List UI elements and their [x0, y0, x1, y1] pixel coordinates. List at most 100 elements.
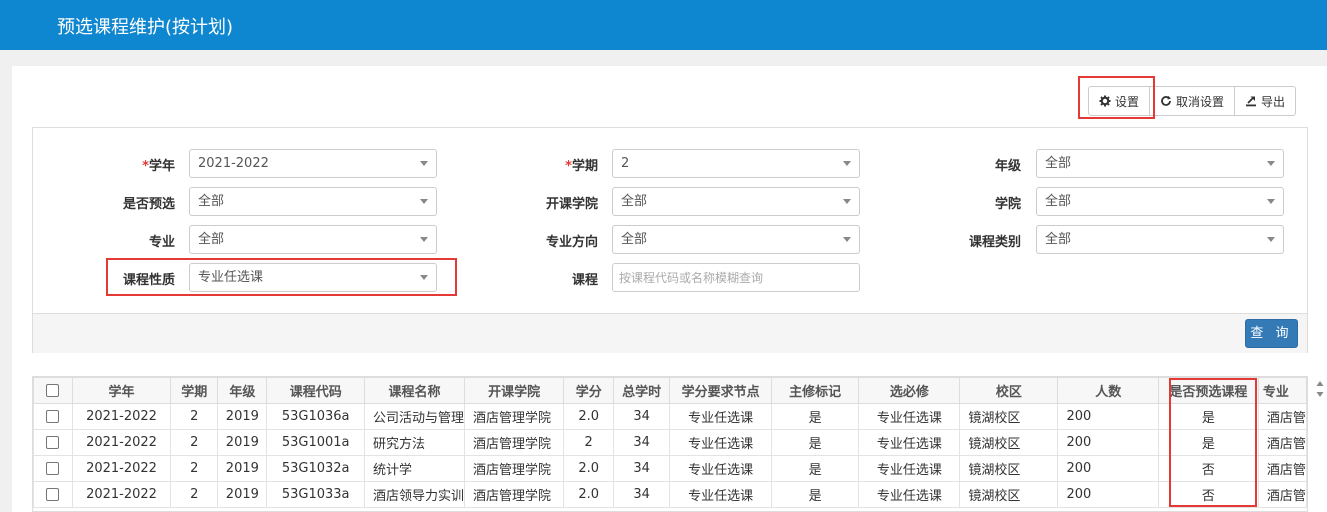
college-offering-select[interactable]: 全部	[612, 187, 860, 216]
settings-button[interactable]: 设置	[1089, 87, 1151, 115]
table-cell: 2019	[217, 481, 268, 508]
column-header[interactable]: 专业	[1257, 377, 1307, 404]
table-cell: 200	[1057, 481, 1159, 508]
table-header-row: 学年 学期 年级 课程代码 课程名称 开课学院 学分 总学时 学分要求节点 主修…	[33, 377, 1307, 404]
table-cell: 2021-2022	[71, 403, 172, 430]
term-label-text: 学期	[571, 159, 598, 174]
column-header[interactable]: 学期	[170, 377, 219, 404]
course-nature-select[interactable]: 专业任选课	[189, 263, 437, 292]
select-all-cell	[33, 377, 73, 404]
table-cell: 34	[613, 455, 671, 482]
term-label: *学期	[498, 155, 598, 174]
table-cell: 专业任选课	[669, 403, 773, 430]
column-header[interactable]: 开课学院	[463, 377, 565, 404]
row-checkbox[interactable]	[46, 462, 60, 475]
row-checkbox[interactable]	[46, 410, 60, 423]
chevron-down-icon	[420, 199, 428, 204]
table-cell: 是	[771, 455, 860, 482]
table-cell: 酒店管理学院	[463, 403, 565, 430]
required-mark: *	[142, 159, 149, 174]
table-cell: 酒店管	[1257, 455, 1307, 482]
column-header[interactable]: 是否预选课程	[1157, 377, 1259, 404]
row-select-cell	[33, 455, 73, 482]
query-button[interactable]: 查 询	[1245, 319, 1298, 348]
direction-select[interactable]: 全部	[612, 225, 860, 254]
table-cell: 镜湖校区	[959, 403, 1059, 430]
table-row[interactable]: 2021-2022 2 2019 53G1032a 统计学 酒店管理学院 2.0 34 专业任选…	[33, 455, 1307, 482]
major-select[interactable]: 全部	[189, 225, 437, 254]
table-cell: 34	[613, 429, 671, 456]
table-row[interactable]: 2021-2022 2 2019 53G1033a 酒店领导力实训 酒店管理学院 2.0 34…	[33, 481, 1307, 508]
select-all-checkbox[interactable]	[46, 384, 60, 397]
direction-label: 专业方向	[545, 235, 598, 250]
college-label: 学院	[994, 197, 1021, 212]
cancel-settings-button[interactable]: 取消设置	[1150, 87, 1236, 115]
form-footer	[33, 313, 1307, 353]
table-cell: 2.0	[563, 455, 615, 482]
table-cell: 酒店管理学院	[463, 481, 565, 508]
row-checkbox[interactable]	[46, 488, 60, 501]
table-cell: 酒店领导力实训	[363, 481, 465, 508]
column-header[interactable]: 主修标记	[771, 377, 860, 404]
year-select[interactable]: 2021-2022	[189, 149, 437, 178]
table-cell: 是	[1157, 429, 1259, 456]
table-row[interactable]: 2021-2022 2 2019 53G1001a 研究方法 酒店管理学院 2 34 专业任选课…	[33, 429, 1307, 456]
course-search-input[interactable]	[612, 263, 860, 292]
table-cell: 酒店管	[1257, 429, 1307, 456]
college-select[interactable]: 全部	[1036, 187, 1284, 216]
column-header[interactable]: 总学时	[613, 377, 671, 404]
export-label: 导出	[1261, 94, 1286, 109]
course-table-grid: 学年 学期 年级 课程代码 课程名称 开课学院 学分 总学时 学分要求节点 主修…	[33, 377, 1307, 508]
table-cell: 2.0	[563, 403, 615, 430]
table-scroll-arrows[interactable]	[1315, 378, 1325, 400]
table-cell: 是	[771, 429, 860, 456]
chevron-down-icon	[843, 237, 851, 242]
chevron-down-icon	[1267, 237, 1275, 242]
row-checkbox[interactable]	[46, 436, 60, 449]
grade-select[interactable]: 全部	[1036, 149, 1284, 178]
filter-form: *学年 2021-2022 *学期 2 年级 全部 是否预选 全部 开课学院 全…	[32, 127, 1308, 353]
column-header[interactable]: 学分要求节点	[669, 377, 773, 404]
table-cell: 53G1032a	[266, 455, 365, 482]
column-header[interactable]: 课程名称	[363, 377, 465, 404]
table-cell: 200	[1057, 429, 1159, 456]
column-header[interactable]: 学年	[71, 377, 172, 404]
column-header[interactable]: 人数	[1057, 377, 1159, 404]
table-cell: 2021-2022	[71, 455, 172, 482]
major-label: 专业	[148, 235, 175, 250]
table-cell: 53G1001a	[266, 429, 365, 456]
preselect-label: 是否预选	[122, 197, 175, 212]
table-row[interactable]: 2021-2022 2 2019 53G1036a 公司活动与管理 酒店管理学院 2.0 34…	[33, 403, 1307, 430]
term-select[interactable]: 2	[612, 149, 860, 178]
page-title: 预选课程维护(按计划)	[57, 17, 234, 38]
table-cell: 2	[170, 455, 219, 482]
table-cell: 专业任选课	[858, 481, 961, 508]
gear-icon	[1099, 95, 1111, 107]
table-cell: 2.0	[563, 481, 615, 508]
chevron-down-icon	[420, 237, 428, 242]
table-cell: 研究方法	[363, 429, 465, 456]
column-header[interactable]: 选必修	[858, 377, 961, 404]
year-select-value: 2021-2022	[198, 156, 269, 171]
preselect-select-value: 全部	[198, 194, 225, 209]
row-select-cell	[33, 429, 73, 456]
table-cell: 否	[1157, 481, 1259, 508]
table-cell: 是	[1157, 403, 1259, 430]
table-cell: 酒店管	[1257, 403, 1307, 430]
table-cell: 镜湖校区	[959, 455, 1059, 482]
table-cell: 专业任选课	[858, 455, 961, 482]
table-cell: 镜湖校区	[959, 429, 1059, 456]
college-select-value: 全部	[1045, 194, 1072, 209]
chevron-down-icon	[843, 161, 851, 166]
export-button[interactable]: 导出	[1235, 87, 1295, 115]
table-cell: 2	[170, 481, 219, 508]
table-cell: 53G1033a	[266, 481, 365, 508]
preselect-select[interactable]: 全部	[189, 187, 437, 216]
table-cell: 2019	[217, 403, 268, 430]
column-header[interactable]: 学分	[563, 377, 615, 404]
column-header[interactable]: 年级	[217, 377, 268, 404]
course-category-select[interactable]: 全部	[1036, 225, 1284, 254]
column-header[interactable]: 校区	[959, 377, 1059, 404]
export-icon	[1245, 95, 1257, 107]
column-header[interactable]: 课程代码	[266, 377, 365, 404]
